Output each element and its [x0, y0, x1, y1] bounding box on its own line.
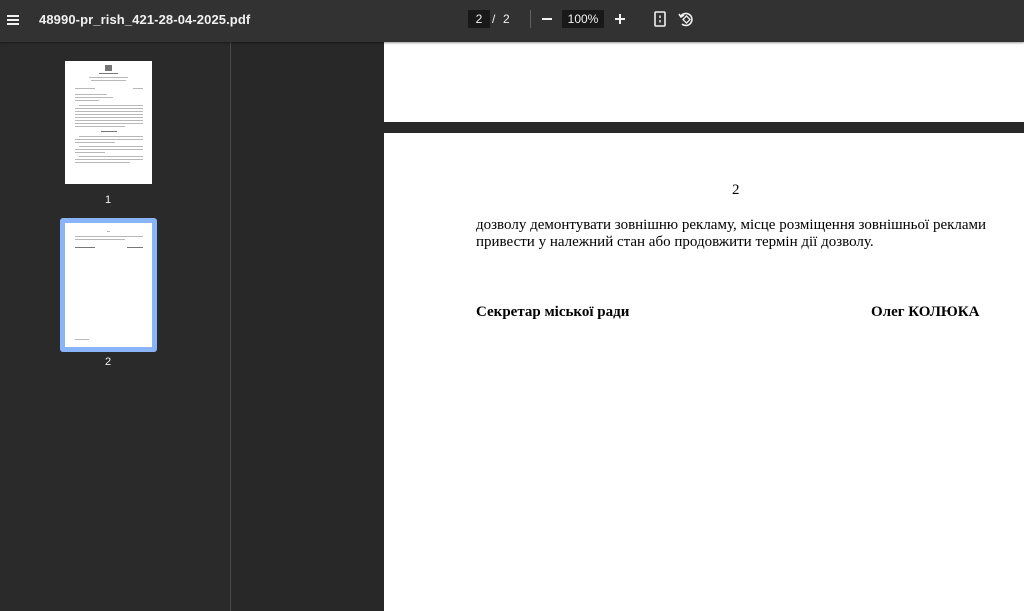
- menu-icon[interactable]: [4, 9, 28, 33]
- fit-to-page-icon[interactable]: [651, 9, 669, 29]
- page-number-input[interactable]: [468, 10, 490, 28]
- plus-icon[interactable]: [613, 10, 627, 28]
- page-2: 2 дозволу демонтувати зовнішню рекламу, …: [384, 133, 1024, 611]
- page-thumbnail-2-selected[interactable]: [60, 218, 157, 352]
- total-pages: 2: [503, 12, 510, 26]
- page-thumbnail-1[interactable]: [65, 61, 152, 184]
- thumbnail-label-2: 2: [104, 356, 112, 368]
- signature-title: Секретар міської ради: [476, 304, 630, 320]
- paragraph: дозволу демонтувати зовнішню рекламу, мі…: [476, 217, 1006, 251]
- page-separator: /: [492, 12, 496, 26]
- paragraph-line: дозволу демонтувати зовнішню рекламу, мі…: [476, 217, 987, 233]
- rotate-icon[interactable]: [676, 9, 696, 29]
- signature-name: Олег КОЛЮКА: [871, 304, 980, 320]
- page-thumbnail-2[interactable]: [65, 223, 152, 347]
- document-title: 48990-pr_rish_421-28-04-2025.pdf: [39, 12, 251, 27]
- pdf-toolbar: 48990-pr_rish_421-28-04-2025.pdf / 2: [0, 0, 1024, 42]
- coat-of-arms-icon: [105, 65, 112, 71]
- zoom-input[interactable]: [562, 10, 604, 28]
- page-gap: [384, 122, 1024, 133]
- toolbar-divider: [530, 10, 531, 28]
- paragraph-line: привести у належний стан або продовжити …: [476, 234, 874, 250]
- document-viewer[interactable]: 2 дозволу демонтувати зовнішню рекламу, …: [231, 42, 1024, 611]
- thumbnail-sidebar: 1 2: [0, 42, 230, 611]
- page-number: 2: [732, 182, 740, 198]
- page-1-bottom: [384, 42, 1024, 122]
- thumbnail-label-1: 1: [104, 194, 112, 206]
- minus-icon[interactable]: [540, 10, 554, 28]
